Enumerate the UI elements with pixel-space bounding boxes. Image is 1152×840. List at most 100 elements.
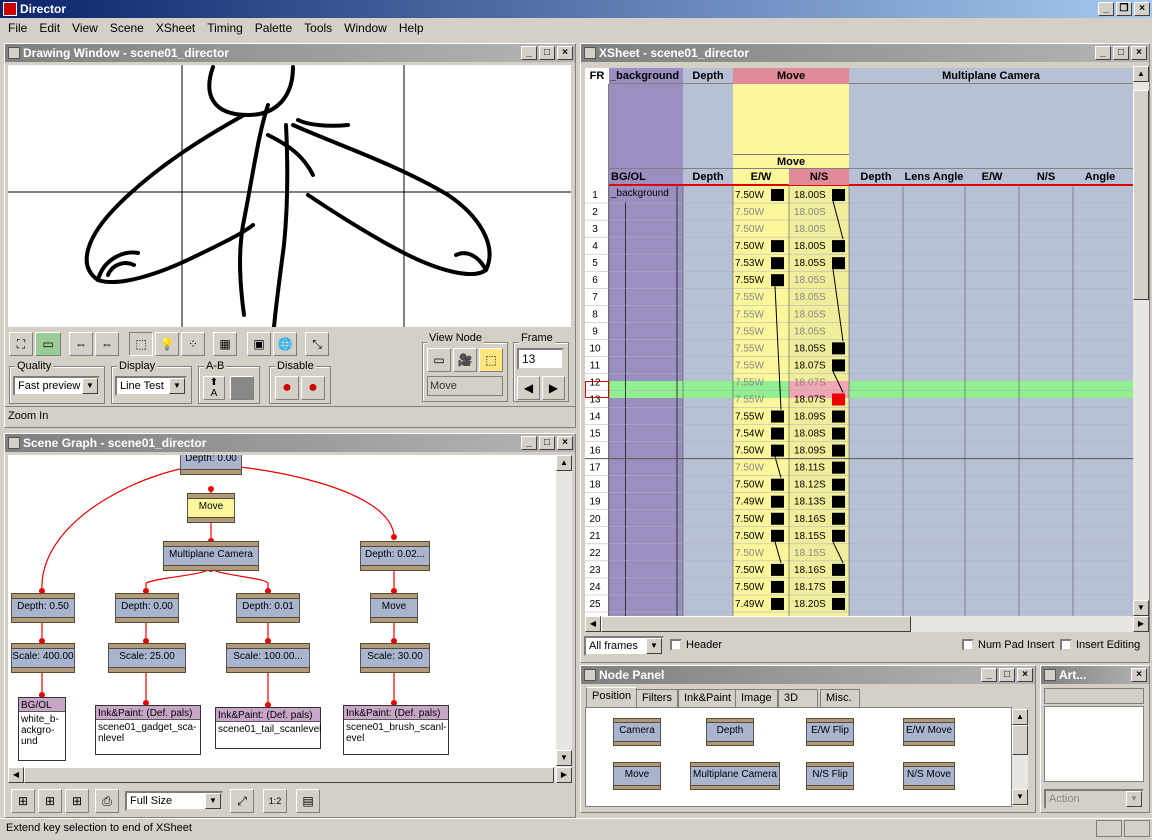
ew-cell-text[interactable]: 7.55W bbox=[735, 412, 764, 423]
node-panel-scrollbar[interactable]: ▲ ▼ bbox=[1012, 709, 1028, 806]
maximize-button[interactable]: □ bbox=[539, 46, 555, 60]
camera-path-icon[interactable]: ⤡ bbox=[305, 332, 329, 356]
frame-number-text[interactable]: 3 bbox=[592, 224, 598, 235]
menu-view[interactable]: View bbox=[66, 20, 104, 36]
frames-dropdown[interactable]: All frames ▼ bbox=[584, 636, 664, 656]
node-button-camera[interactable]: Camera bbox=[613, 718, 661, 748]
scroll-right-icon[interactable]: ▶ bbox=[556, 767, 572, 783]
ew-cell-text[interactable]: 7.50W bbox=[735, 531, 764, 542]
frame-number-text[interactable]: 18 bbox=[589, 480, 601, 491]
chevron-down-icon[interactable]: ▼ bbox=[82, 378, 98, 394]
node-button-ns-move[interactable]: N/S Move bbox=[903, 762, 955, 792]
scroll-left-icon[interactable]: ◀ bbox=[585, 616, 601, 632]
ew-cell-text[interactable]: 7.50W bbox=[735, 190, 764, 201]
frame-number-text[interactable]: 22 bbox=[589, 548, 601, 559]
close-button[interactable]: × bbox=[1017, 668, 1033, 682]
ew-cell-text[interactable]: 7.50W bbox=[735, 207, 764, 218]
ew-cell-text[interactable]: 7.55W bbox=[735, 292, 764, 303]
scroll-down-icon[interactable]: ▼ bbox=[1133, 600, 1149, 616]
numpad-checkbox[interactable]: Num Pad Insert bbox=[962, 639, 1054, 652]
graph-hierarchy-icon[interactable]: ⊞ bbox=[65, 789, 89, 813]
ns-cell-text[interactable]: 18.16S bbox=[794, 514, 826, 525]
scroll-left-icon[interactable]: ◀ bbox=[8, 767, 24, 783]
scroll-thumb[interactable] bbox=[1133, 90, 1149, 300]
ns-cell-text[interactable]: 18.05S bbox=[794, 326, 826, 337]
xsheet-grid[interactable]: FR _background Depth Move Multiplane Cam… bbox=[585, 68, 1133, 616]
ns-cell-text[interactable]: 18.05S bbox=[794, 343, 826, 354]
ew-cell-text[interactable]: 7.50W bbox=[735, 446, 764, 457]
menu-file[interactable]: File bbox=[2, 20, 33, 36]
chevron-down-icon[interactable]: ▼ bbox=[169, 378, 185, 394]
menu-xsheet[interactable]: XSheet bbox=[150, 20, 201, 36]
tab-image[interactable]: Image bbox=[735, 689, 778, 707]
ns-cell-text[interactable]: 18.08S bbox=[794, 429, 826, 440]
graph-node-scale-400[interactable]: Scale: 400.00 bbox=[11, 643, 75, 673]
chevron-down-icon[interactable]: ▼ bbox=[1126, 791, 1142, 807]
disable-red-icon[interactable]: ● bbox=[301, 376, 325, 400]
light-bulb-icon[interactable]: 💡 bbox=[155, 332, 179, 356]
scroll-thumb[interactable] bbox=[601, 616, 911, 632]
align-disabled-icon[interactable]: ⇔ bbox=[95, 332, 119, 356]
ew-cell-text[interactable]: 7.55W bbox=[735, 360, 764, 371]
camera-icon[interactable]: 🎥 bbox=[453, 348, 477, 372]
maximize-button[interactable]: □ bbox=[999, 668, 1015, 682]
ns-cell-text[interactable]: 18.07S bbox=[794, 377, 826, 388]
ew-cell-text[interactable]: 7.55W bbox=[735, 309, 764, 320]
chevron-down-icon[interactable]: ▼ bbox=[646, 638, 662, 654]
graph-node-scale-30[interactable]: Scale: 30.00 bbox=[360, 643, 430, 673]
ns-cell-text[interactable]: 18.09S bbox=[794, 412, 826, 423]
minimize-button[interactable]: _ bbox=[1098, 2, 1114, 16]
ew-cell-text[interactable]: 7.50W bbox=[735, 463, 764, 474]
ew-cell-text[interactable]: 7.49W bbox=[735, 599, 764, 610]
graph-tree-icon[interactable]: ⊞ bbox=[11, 789, 35, 813]
field-grid-icon[interactable]: ▦ bbox=[213, 332, 237, 356]
ew-cell-text[interactable]: 7.54W bbox=[735, 429, 764, 440]
graph-node-depth-right[interactable]: Depth: 0.02... bbox=[360, 541, 430, 571]
next-frame-icon[interactable]: ▶ bbox=[542, 376, 565, 400]
graph-node-move-2[interactable]: Move bbox=[370, 593, 418, 623]
minimize-button[interactable]: _ bbox=[521, 46, 537, 60]
tab-position[interactable]: Position bbox=[586, 687, 638, 707]
frame-number-text[interactable]: 24 bbox=[589, 582, 601, 593]
scroll-down-icon[interactable]: ▼ bbox=[556, 750, 572, 766]
ew-cell-text[interactable]: 7.50W bbox=[735, 565, 764, 576]
print-icon[interactable]: ⎙ bbox=[95, 789, 119, 813]
graph-node-scale-100[interactable]: Scale: 100.00... bbox=[226, 643, 310, 673]
insert-editing-checkbox[interactable]: Insert Editing bbox=[1060, 639, 1140, 652]
disable-red-icon[interactable]: ● bbox=[275, 376, 299, 400]
ns-cell-text[interactable]: 18.12S bbox=[794, 480, 826, 491]
close-button[interactable]: × bbox=[557, 46, 573, 60]
frame-number-text[interactable]: 1 bbox=[592, 190, 598, 201]
ew-cell-text[interactable]: 7.50W bbox=[735, 241, 764, 252]
frame-number-text[interactable]: 14 bbox=[589, 412, 601, 423]
ew-cell-text[interactable]: 7.55W bbox=[735, 377, 764, 388]
frame-number-text[interactable]: 17 bbox=[589, 463, 601, 474]
ns-cell-text[interactable]: 18.05S bbox=[794, 275, 826, 286]
frame-icon[interactable]: ▣ bbox=[247, 332, 271, 356]
scene-graph-canvas[interactable]: Depth: 0.00 Move Multiplane Camera Depth… bbox=[8, 455, 556, 767]
graph-node-multiplane-camera[interactable]: Multiplane Camera bbox=[163, 541, 259, 571]
view-node-icon-3[interactable]: ⬚ bbox=[479, 348, 503, 372]
close-button[interactable]: × bbox=[1134, 2, 1150, 16]
menu-scene[interactable]: Scene bbox=[104, 20, 150, 36]
scroll-down-icon[interactable]: ▼ bbox=[1012, 789, 1028, 805]
header-checkbox[interactable]: Header bbox=[670, 639, 722, 652]
scene-horizontal-scrollbar[interactable]: ◀ ▶ bbox=[8, 767, 572, 783]
maximize-button[interactable]: □ bbox=[1113, 46, 1129, 60]
ns-cell-text[interactable]: 18.00S bbox=[794, 190, 826, 201]
ew-cell-text[interactable]: 7.49W bbox=[735, 497, 764, 508]
zoom-dropdown[interactable]: Full Size ▼ bbox=[125, 791, 223, 811]
view-node-icon-1[interactable]: ▭ bbox=[427, 348, 451, 372]
frame-number-text[interactable]: 5 bbox=[592, 258, 598, 269]
ns-cell-text[interactable]: 18.00S bbox=[794, 241, 826, 252]
frame-number-text[interactable]: 21 bbox=[589, 531, 601, 542]
xsheet-vertical-scrollbar[interactable]: ▲ ▼ bbox=[1133, 66, 1149, 616]
globe-icon[interactable]: 🌐 bbox=[273, 332, 297, 356]
node-button-ew-flip[interactable]: E/W Flip bbox=[806, 718, 854, 748]
ns-cell-text[interactable]: 18.13S bbox=[794, 497, 826, 508]
action-dropdown[interactable]: Action ▼ bbox=[1044, 789, 1144, 809]
prev-frame-icon[interactable]: ◀ bbox=[517, 376, 540, 400]
ew-cell-text[interactable]: 7.50W bbox=[735, 514, 764, 525]
minimize-button[interactable]: _ bbox=[981, 668, 997, 682]
frame-number-text[interactable]: 19 bbox=[589, 497, 601, 508]
